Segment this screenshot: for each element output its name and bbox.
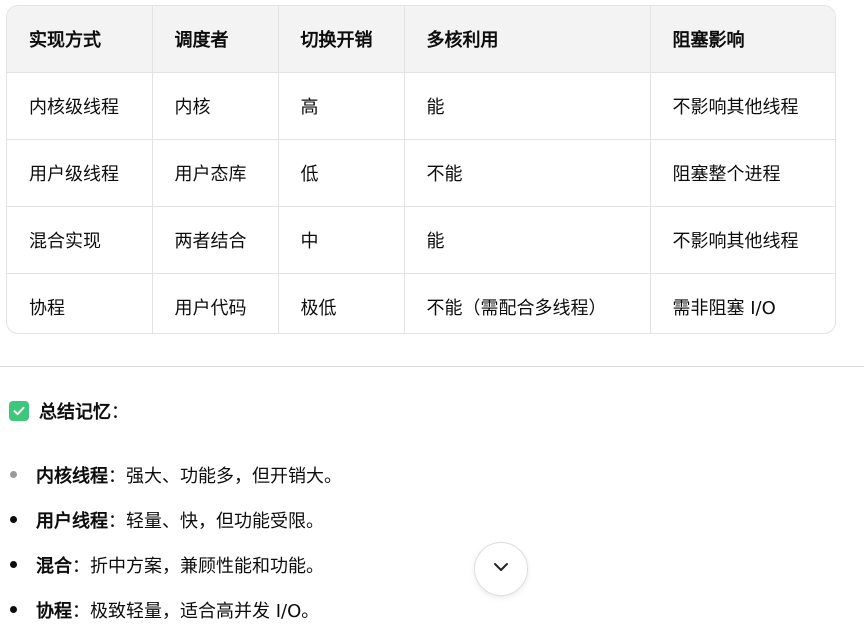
header-implementation: 实现方式 — [7, 6, 153, 73]
table-cell: 不影响其他线程 — [650, 206, 835, 274]
comparison-table-container: 实现方式 调度者 切换开销 多核利用 阻塞影响 内核级线程 内核 高 能 不影响… — [6, 5, 836, 334]
summary-colon: ： — [111, 402, 129, 423]
table-row: 协程 用户代码 极低 不能（需配合多线程） 需非阻塞 I/O — [7, 273, 835, 333]
table-row: 用户级线程 用户态库 低 不能 阻塞整个进程 — [7, 139, 835, 207]
table-cell: 需非阻塞 I/O — [672, 298, 776, 319]
table-cell: 能 — [404, 72, 651, 140]
table-cell: 混合实现 — [7, 206, 153, 274]
list-item-text: ：强大、功能多，但开销大。 — [108, 465, 342, 487]
list-item: 混合 ：折中方案，兼顾性能和功能。 — [10, 542, 342, 587]
chevron-down-icon — [490, 556, 512, 582]
section-divider — [0, 366, 864, 367]
table-cell: 内核级线程 — [7, 72, 153, 140]
table-cell: 中 — [278, 206, 405, 274]
summary-heading: 总结记忆： — [9, 398, 129, 424]
bullet-icon — [10, 471, 17, 478]
table-row: 内核级线程 内核 高 能 不影响其他线程 — [7, 72, 835, 140]
list-item-term: 用户线程 — [36, 510, 108, 532]
bullet-icon — [10, 561, 17, 568]
list-item-text: ：折中方案，兼顾性能和功能。 — [72, 555, 324, 577]
table-cell: 用户态库 — [152, 139, 279, 207]
table-cell: 两者结合 — [152, 206, 279, 274]
header-multicore: 多核利用 — [404, 6, 651, 73]
list-item-text: ：极致轻量，适合高并发 I/O。 — [72, 600, 320, 622]
list-item: 协程 ：极致轻量，适合高并发 I/O。 — [10, 587, 342, 632]
summary-list: 内核线程 ：强大、功能多，但开销大。 用户线程 ：轻量、快，但功能受限。 混合 ：折中… — [10, 452, 342, 632]
table-cell: 用户级线程 — [7, 139, 153, 207]
table-cell: 阻塞整个进程 — [650, 139, 835, 207]
table-cell: 协程 — [7, 273, 153, 333]
scroll-down-button[interactable] — [474, 542, 528, 596]
list-item-term: 内核线程 — [36, 465, 108, 487]
header-blocking: 阻塞影响 — [650, 6, 835, 73]
bullet-icon — [10, 516, 17, 523]
bullet-icon — [10, 606, 17, 613]
list-item: 用户线程 ：轻量、快，但功能受限。 — [10, 497, 342, 542]
table-cell: 不能 — [404, 139, 651, 207]
list-item-text: ：轻量、快，但功能受限。 — [108, 510, 324, 532]
table-cell: 内核 — [152, 72, 279, 140]
table-cell: 高 — [278, 72, 405, 140]
list-item: 内核线程 ：强大、功能多，但开销大。 — [10, 452, 342, 497]
table-row: 混合实现 两者结合 中 能 不影响其他线程 — [7, 206, 835, 274]
table-header-row: 实现方式 调度者 切换开销 多核利用 阻塞影响 — [7, 6, 835, 73]
table-cell: 用户代码 — [152, 273, 279, 333]
table-cell: 极低 — [278, 273, 405, 333]
table-cell: 不能（需配合多线程） — [404, 273, 651, 333]
table-cell: 不影响其他线程 — [650, 72, 835, 140]
list-item-term: 混合 — [36, 555, 72, 577]
table-cell: 低 — [278, 139, 405, 207]
header-switch-cost: 切换开销 — [278, 6, 405, 73]
comparison-table: 实现方式 调度者 切换开销 多核利用 阻塞影响 内核级线程 内核 高 能 不影响… — [7, 6, 835, 333]
summary-title: 总结记忆 — [39, 402, 111, 423]
list-item-term: 协程 — [36, 600, 72, 622]
table-cell: 能 — [404, 206, 651, 274]
header-scheduler: 调度者 — [152, 6, 279, 73]
check-mark-icon — [9, 401, 29, 421]
